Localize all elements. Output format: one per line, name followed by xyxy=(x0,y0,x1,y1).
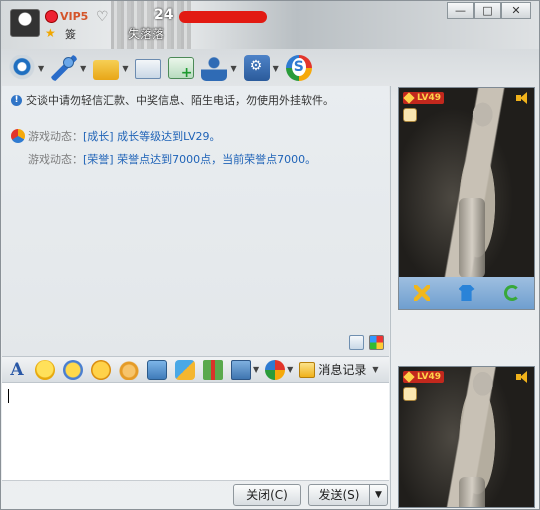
folder-icon xyxy=(93,60,120,80)
title-level: 24 xyxy=(154,7,174,23)
level-badge: LV49 xyxy=(403,371,444,383)
message-label: 游戏动态： xyxy=(28,153,83,166)
redaction-mark xyxy=(179,11,267,23)
history-label: 消息记录 xyxy=(318,363,367,377)
heart-icon[interactable]: ♡ xyxy=(96,9,109,25)
star-icon: ★ xyxy=(45,26,56,40)
microphone-icon xyxy=(51,55,78,81)
message-input[interactable] xyxy=(2,383,389,481)
avatar[interactable] xyxy=(10,9,40,37)
send-button[interactable]: 发送(S) xyxy=(308,484,370,506)
contact-nickname: 失落落 xyxy=(128,27,165,41)
expand-icon[interactable] xyxy=(349,335,364,350)
qq-show-icon[interactable] xyxy=(403,387,417,401)
format-toolbar: A ▼ ▼ 消息记录 ▼ xyxy=(2,356,389,383)
emoticon-icon[interactable] xyxy=(35,359,55,380)
close-window-button[interactable]: ✕ xyxy=(501,2,531,19)
text-cursor xyxy=(8,389,9,403)
soso-button[interactable] xyxy=(285,54,312,82)
create-group-button[interactable] xyxy=(168,54,195,82)
qq-show-icon[interactable] xyxy=(403,108,417,122)
game-icon xyxy=(11,129,25,143)
action-bar: 关闭(C) 发送(S) ▼ xyxy=(2,481,389,509)
close-button[interactable]: 关闭(C) xyxy=(233,484,301,506)
chat-corner-tools xyxy=(349,335,384,350)
chevron-down-icon[interactable]: ▼ xyxy=(230,64,236,73)
message-area[interactable]: ! 交谈中请勿轻信汇款、中奖信息、陌生电话，勿使用外挂软件。 游戏动态： [成长… xyxy=(2,86,389,356)
color-palette-icon[interactable] xyxy=(369,335,384,350)
maximize-button[interactable]: □ xyxy=(474,2,501,19)
soso-icon[interactable] xyxy=(265,359,286,380)
show-avatar-image xyxy=(399,367,534,507)
soso-icon xyxy=(285,55,312,81)
user-info-button[interactable]: ▼ xyxy=(201,54,237,82)
screenshot-icon[interactable] xyxy=(231,359,251,380)
send-options-button[interactable]: ▼ xyxy=(369,484,388,506)
video-call-button[interactable]: ▼ xyxy=(9,54,44,82)
message-history-button[interactable]: 消息记录 ▼ xyxy=(299,361,378,378)
outfit-icon[interactable] xyxy=(458,285,475,301)
chevron-down-icon[interactable]: ▼ xyxy=(372,365,378,374)
my-show-panel[interactable]: LV49 xyxy=(398,366,535,508)
chevron-down-icon[interactable]: ▼ xyxy=(273,64,279,73)
minimize-button[interactable]: — xyxy=(447,2,474,19)
font-icon[interactable]: A xyxy=(7,360,27,380)
mail-icon xyxy=(135,59,162,79)
level-badge: LV49 xyxy=(403,92,444,104)
game-message: 游戏动态： [成长] 成长等级达到LV29。 xyxy=(11,128,221,144)
user-card-icon xyxy=(201,55,228,81)
chevron-down-icon[interactable]: ▼ xyxy=(287,365,293,374)
shield-info-icon: ! xyxy=(11,94,22,106)
show-toolbar xyxy=(399,277,534,309)
game-message: 游戏动态： [荣誉] 荣誉点达到7000点，当前荣誉点7000。 xyxy=(28,151,316,167)
refresh-icon[interactable] xyxy=(503,285,520,301)
chevron-down-icon[interactable]: ▼ xyxy=(253,365,259,374)
message-text[interactable]: [成长] 成长等级达到LV29。 xyxy=(83,128,221,144)
app-settings-button[interactable]: ▼ xyxy=(243,54,279,82)
add-chat-icon xyxy=(168,57,195,81)
nudge-icon[interactable] xyxy=(119,359,139,380)
voice-call-button[interactable]: ▼ xyxy=(51,54,86,82)
music-icon[interactable] xyxy=(175,359,195,380)
chevron-down-icon[interactable]: ▼ xyxy=(80,64,86,73)
send-file-button[interactable]: ▼ xyxy=(93,54,128,82)
speaker-icon[interactable] xyxy=(516,92,530,105)
chevron-down-icon[interactable]: ▼ xyxy=(38,64,44,73)
main-toolbar: ▼ ▼ ▼ ▼ ▼ xyxy=(9,53,319,83)
history-icon xyxy=(299,361,316,378)
message-label: 游戏动态： xyxy=(28,130,83,143)
send-image-icon[interactable] xyxy=(147,359,167,380)
shake-icon[interactable] xyxy=(91,359,111,380)
message-text[interactable]: [荣誉] 荣誉点达到7000点，当前荣誉点7000。 xyxy=(83,151,316,167)
show-avatar-image xyxy=(399,88,534,309)
send-mail-button[interactable] xyxy=(135,54,162,82)
window-controls: — □ ✕ xyxy=(447,2,531,19)
title-bar: VIP5 ♡ ★ 簽 24 失落落 — □ ✕ xyxy=(1,1,539,49)
security-notice: ! 交谈中请勿轻信汇款、中奖信息、陌生电话，勿使用外挂软件。 xyxy=(11,92,334,108)
webcam-icon xyxy=(9,55,35,81)
chat-window: VIP5 ♡ ★ 簽 24 失落落 — □ ✕ ▼ ▼ ▼ ▼ xyxy=(0,0,540,510)
action-icon[interactable] xyxy=(413,285,430,301)
vip-badge[interactable]: VIP5 xyxy=(45,10,88,23)
vip-label: VIP5 xyxy=(60,10,89,23)
qq-penguin-icon xyxy=(45,10,58,23)
speaker-icon[interactable] xyxy=(516,371,530,384)
chevron-down-icon[interactable]: ▼ xyxy=(122,64,128,73)
panel-divider[interactable] xyxy=(390,86,391,509)
settings-icon xyxy=(243,55,270,81)
security-notice-text: 交谈中请勿轻信汇款、中奖信息、陌生电话，勿使用外挂软件。 xyxy=(26,94,334,107)
contact-show-panel[interactable]: LV49 xyxy=(398,87,535,310)
gift-icon[interactable] xyxy=(203,359,223,380)
magic-face-icon[interactable] xyxy=(63,359,83,380)
status-text: 簽 xyxy=(65,28,76,41)
